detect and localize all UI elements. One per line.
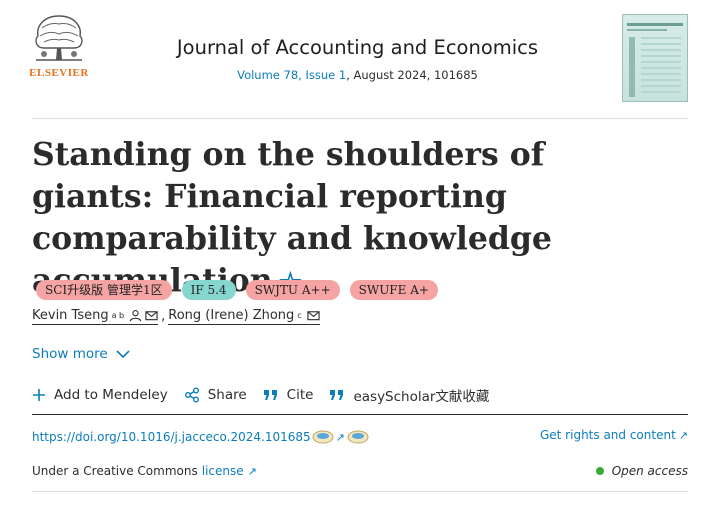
author-list: Kevin Tseng a b , Rong (Irene) Zhong c [32, 306, 320, 326]
external-link-icon: ↗ [335, 430, 345, 444]
chevron-down-icon [116, 349, 130, 358]
badge-sci: SCI升级版 管理学1区 [36, 280, 172, 300]
easyscholar-logo-icon[interactable] [347, 430, 369, 444]
mendeley-label: Add to Mendeley [54, 387, 168, 403]
license-prefix: Under a Creative Commons [32, 464, 198, 478]
article-title: Standing on the shoulders of giants: Fin… [32, 134, 652, 304]
show-more-button[interactable]: Show more [32, 346, 130, 362]
bottom-divider [32, 491, 688, 492]
person-icon [129, 309, 142, 321]
cite-label: Cite [286, 387, 314, 403]
show-more-label: Show more [32, 346, 108, 362]
easyscholar-logo-icon[interactable] [312, 430, 334, 444]
quote-icon [263, 390, 277, 400]
add-to-mendeley-button[interactable]: Add to Mendeley [32, 387, 168, 403]
header-divider [32, 118, 688, 119]
license-row: Under a Creative Commons license ↗ [32, 464, 257, 478]
license-link[interactable]: license [202, 464, 244, 478]
cite-button[interactable]: Cite [263, 387, 314, 403]
plus-icon [33, 389, 45, 401]
author-affiliation: a b [111, 310, 125, 320]
author-separator: , [161, 308, 166, 324]
author-name: Kevin Tseng [32, 307, 109, 323]
journal-cover-thumbnail[interactable] [622, 14, 688, 102]
share-label: Share [207, 387, 247, 403]
open-access-label: Open access [611, 464, 688, 478]
easyscholar-label: easyScholar文献收藏 [353, 389, 490, 405]
open-access-dot-icon [595, 467, 604, 475]
journal-title[interactable]: Journal of Accounting and Economics [100, 36, 615, 59]
ranking-badges: SCI升级版 管理学1区 IF 5.4 SWJTU A++ SWUFE A+ [36, 280, 438, 300]
issue-date: , August 2024, 101685 [346, 68, 478, 82]
actions-divider [32, 414, 688, 415]
volume-issue-link[interactable]: Volume 78, Issue 1 [237, 68, 346, 82]
external-link-icon: ↗ [247, 464, 257, 478]
open-access-indicator: Open access [595, 464, 688, 478]
get-rights-link[interactable]: Get rights and content ↗ [540, 428, 688, 442]
author-name: Rong (Irene) Zhong [168, 307, 295, 323]
author-affiliation: c [297, 310, 302, 320]
easyscholar-button[interactable]: easyScholar文献收藏 [329, 385, 489, 405]
badge-swufe: SWUFE A+ [349, 280, 438, 300]
quote-icon [330, 390, 344, 400]
article-actions: Add to Mendeley Share Cite easyScholar文献… [32, 384, 505, 406]
share-icon [184, 387, 199, 403]
author-rong-zhong[interactable]: Rong (Irene) Zhong c [168, 307, 320, 325]
author-kevin-tseng[interactable]: Kevin Tseng a b [32, 307, 159, 325]
elsevier-wordmark: ELSEVIER [29, 67, 89, 79]
email-icon [145, 310, 158, 320]
doi-link[interactable]: https://doi.org/10.1016/j.jacceco.2024.1… [32, 430, 311, 444]
rights-label: Get rights and content [539, 428, 676, 442]
badge-swjtu: SWJTU A++ [245, 280, 340, 300]
elsevier-tree-icon [30, 10, 88, 64]
badge-impact-factor: IF 5.4 [181, 280, 236, 300]
share-button[interactable]: Share [184, 387, 247, 403]
doi-row: https://doi.org/10.1016/j.jacceco.2024.1… [32, 430, 369, 444]
email-icon [307, 310, 320, 320]
elsevier-logo[interactable]: ELSEVIER [26, 10, 92, 80]
journal-header: ELSEVIER Journal of Accounting and Econo… [0, 0, 711, 118]
journal-meta: Volume 78, Issue 1, August 2024, 101685 [100, 68, 615, 82]
external-link-icon: ↗ [678, 428, 688, 442]
